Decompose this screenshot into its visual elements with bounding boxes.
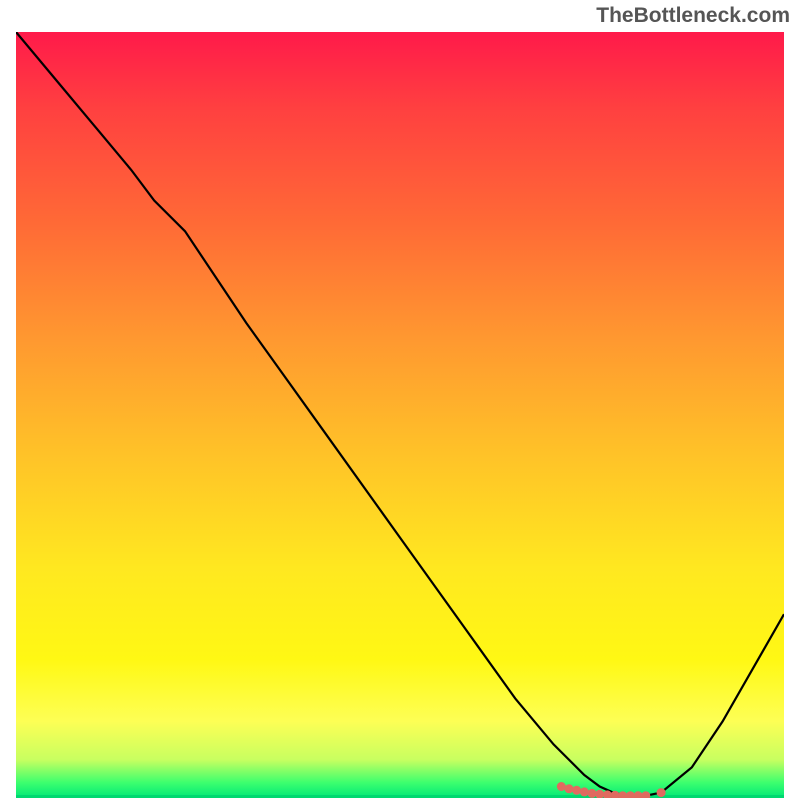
watermark-text: TheBottleneck.com [596,4,790,28]
green-bottom-band [16,795,784,798]
chart-container [16,32,784,798]
plot-gradient-background [16,32,784,798]
